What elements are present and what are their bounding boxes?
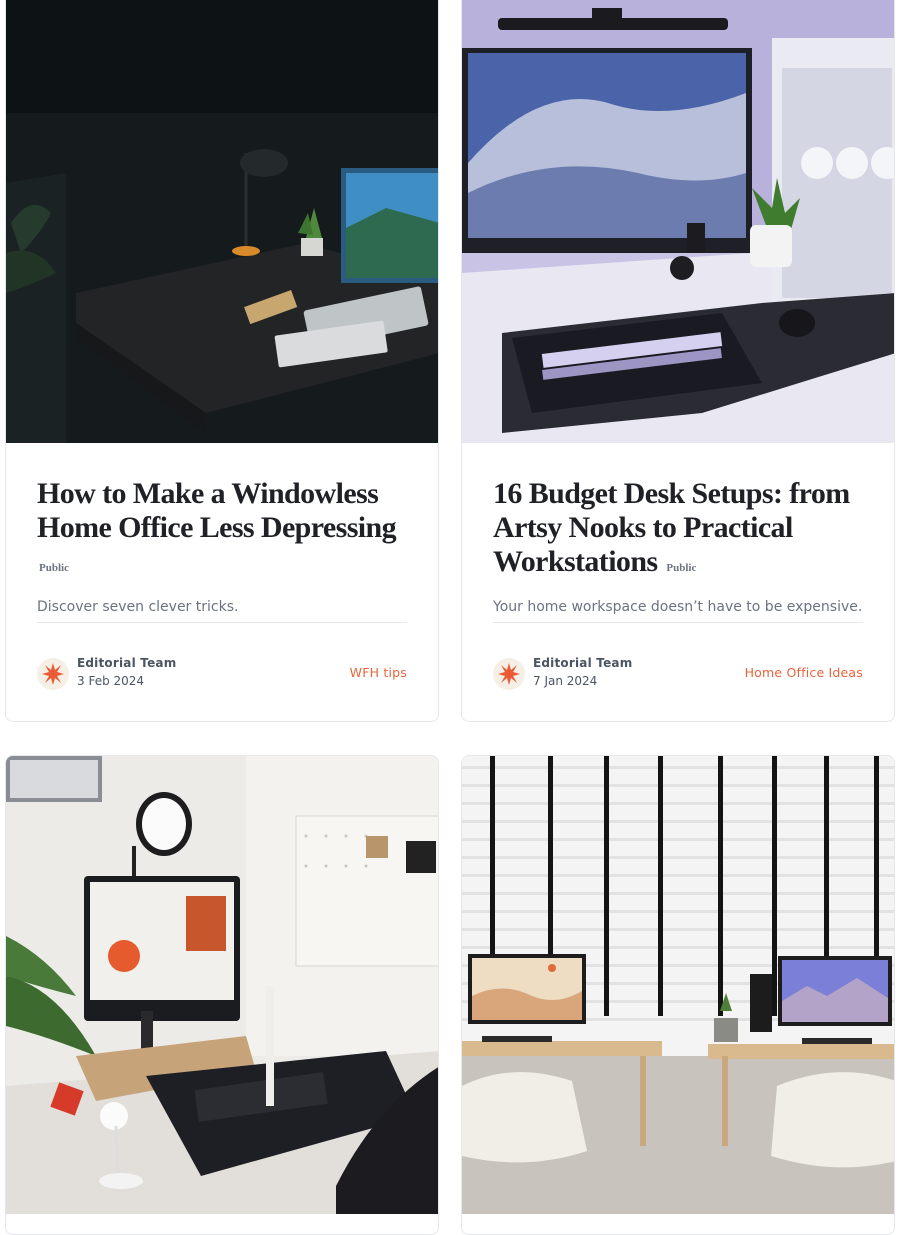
article-image[interactable] [6,756,438,1214]
category-tag[interactable]: Home Office Ideas [745,665,863,680]
article-image[interactable] [462,756,894,1214]
article-meta: Editorial Team 7 Jan 2024 Home Office Id… [493,655,863,691]
author-name[interactable]: Editorial Team [77,656,176,670]
twin-desks-photo-icon [462,756,894,1214]
article-image[interactable] [462,0,894,443]
divider [37,622,407,623]
visibility-badge: Public [39,562,69,574]
article-card[interactable] [461,755,895,1235]
gaming-desk-photo-icon [462,0,894,443]
author-name[interactable]: Editorial Team [533,656,632,670]
article-meta: Editorial Team 3 Feb 2024 WFH tips [37,655,407,691]
category-tag[interactable]: WFH tips [350,665,407,680]
white-desk-photo-icon [6,756,438,1214]
divider [493,622,863,623]
author-avatar[interactable] [37,658,69,690]
visibility-badge: Public [666,562,697,574]
starburst-icon [498,663,520,685]
article-description: Your home workspace doesn’t have to be e… [493,599,863,615]
article-title[interactable]: 16 Budget Desk Setups: from Artsy Nooks … [493,477,863,585]
article-image[interactable] [6,0,438,443]
publish-date: 7 Jan 2024 [533,674,598,688]
dark-desk-photo-icon [6,0,438,443]
starburst-icon [42,663,64,685]
publish-date: 3 Feb 2024 [77,674,145,688]
article-card[interactable]: 16 Budget Desk Setups: from Artsy Nooks … [461,0,895,722]
article-description: Discover seven clever tricks. [37,599,239,615]
article-card[interactable] [5,755,439,1235]
author-avatar[interactable] [493,658,525,690]
article-card[interactable]: How to Make a Windowless Home Office Les… [5,0,439,722]
article-title[interactable]: How to Make a Windowless Home Office Les… [37,477,407,585]
